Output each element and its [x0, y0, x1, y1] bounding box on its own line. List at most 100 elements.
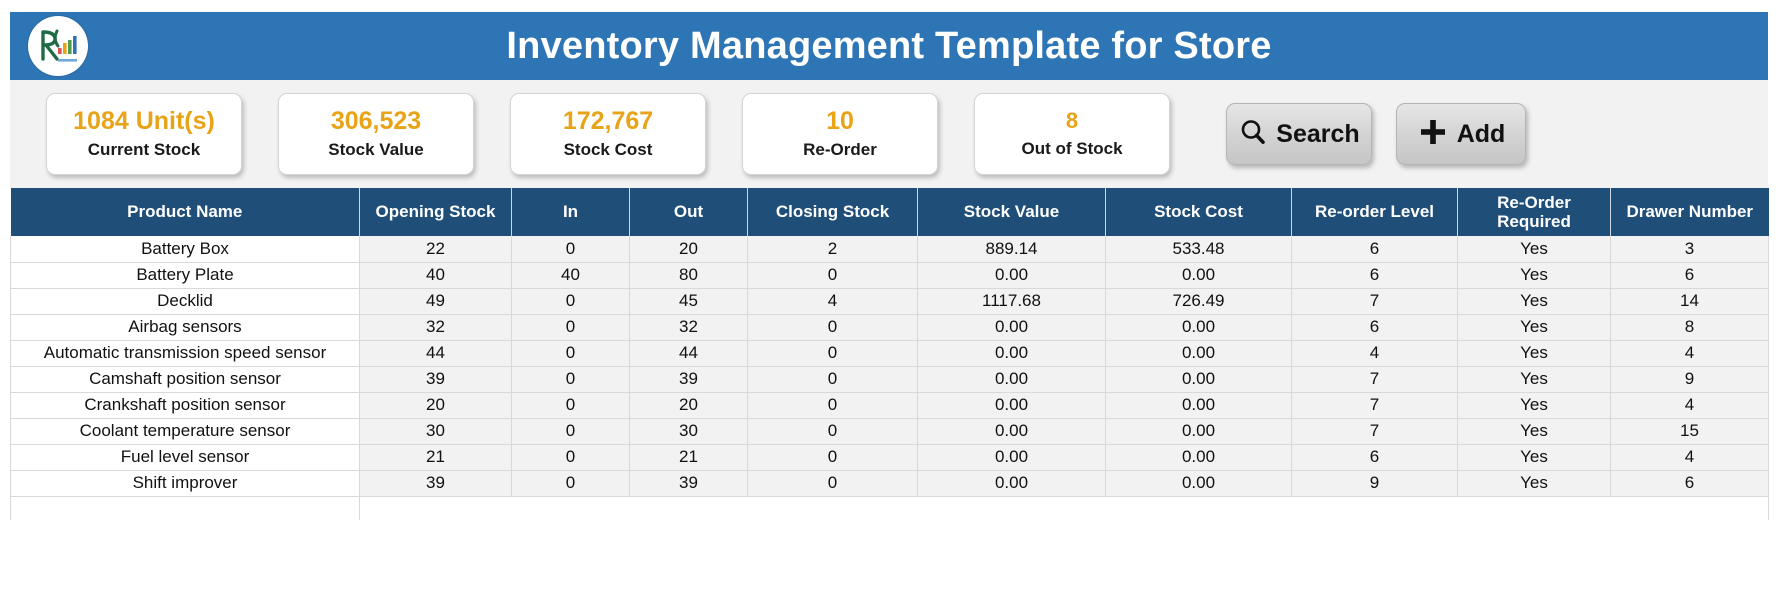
cell-re-order-required: Yes: [1457, 236, 1611, 263]
cell-re-order-required: Yes: [1457, 392, 1611, 419]
cell-re-order-level: 6: [1291, 444, 1458, 471]
column-header-product-name[interactable]: Product Name: [10, 188, 360, 236]
cell-out: 39: [629, 366, 748, 393]
company-logo-icon: [28, 16, 88, 76]
cell-out: 21: [629, 444, 748, 471]
cell-stock-cost: 533.48: [1105, 236, 1292, 263]
cell-closing-stock: 4: [747, 288, 918, 315]
cell-stock-value: 0.00: [917, 444, 1106, 471]
cell-out: 32: [629, 314, 748, 341]
table-row[interactable]: Decklid 49 0 45 4 1117.68 726.49 7 Yes 14: [10, 288, 1769, 315]
table-row[interactable]: Battery Plate 40 40 80 0 0.00 0.00 6 Yes 6: [10, 262, 1769, 289]
cell-opening-stock: 44: [359, 340, 512, 367]
empty-cell: [10, 496, 360, 520]
cell-opening-stock: 30: [359, 418, 512, 445]
column-header-closing-stock[interactable]: Closing Stock: [747, 188, 918, 236]
cell-drawer-number: 6: [1610, 262, 1769, 289]
table-row[interactable]: Coolant temperature sensor 30 0 30 0 0.00 0.00…: [10, 418, 1769, 445]
table-row[interactable]: Shift improver 39 0 39 0 0.00 0.00 9 Yes 6: [10, 470, 1769, 497]
column-header-stock-value[interactable]: Stock Value: [917, 188, 1106, 236]
search-button[interactable]: Search: [1226, 103, 1372, 165]
cell-opening-stock: 21: [359, 444, 512, 471]
column-header-out[interactable]: Out: [629, 188, 748, 236]
cell-stock-value: 0.00: [917, 392, 1106, 419]
cell-out: 20: [629, 236, 748, 263]
cell-in: 0: [511, 236, 630, 263]
table-row[interactable]: Crankshaft position sensor 20 0 20 0 0.00 0.00…: [10, 392, 1769, 419]
cell-in: 0: [511, 366, 630, 393]
cell-closing-stock: 0: [747, 470, 918, 497]
cell-opening-stock: 22: [359, 236, 512, 263]
cell-re-order-required: Yes: [1457, 366, 1611, 393]
cell-closing-stock: 0: [747, 366, 918, 393]
kpi-value-out-of-stock: 8: [1065, 108, 1079, 134]
cell-stock-value: 889.14: [917, 236, 1106, 263]
cell-drawer-number: 9: [1610, 366, 1769, 393]
cell-re-order-level: 7: [1291, 418, 1458, 445]
cell-stock-cost: 0.00: [1105, 314, 1292, 341]
table-row[interactable]: Automatic transmission speed sensor 44 0 44…: [10, 340, 1769, 367]
inventory-table: Product Name Opening Stock In Out Closin…: [10, 188, 1769, 520]
page-title: Inventory Management Template for Store: [506, 25, 1272, 67]
cell-drawer-number: 4: [1610, 392, 1769, 419]
kpi-label-out-of-stock: Out of Stock: [1021, 138, 1123, 158]
empty-cell: [1105, 496, 1292, 520]
table-row[interactable]: Airbag sensors 32 0 32 0 0.00 0.00 6 Yes 8: [10, 314, 1769, 341]
plus-icon: [1417, 116, 1449, 153]
cell-out: 30: [629, 418, 748, 445]
cell-re-order-level: 6: [1291, 314, 1458, 341]
empty-cell: [1291, 496, 1458, 520]
table-row[interactable]: Fuel level sensor 21 0 21 0 0.00 0.00 6 Yes 4: [10, 444, 1769, 471]
kpi-value-stock-cost: 172,767: [562, 106, 654, 135]
table-row[interactable]: Camshaft position sensor 39 0 39 0 0.00 0.00 7 Y…: [10, 366, 1769, 393]
add-button[interactable]: Add: [1396, 103, 1526, 165]
cell-out: 20: [629, 392, 748, 419]
cell-re-order-level: 9: [1291, 470, 1458, 497]
column-header-stock-cost[interactable]: Stock Cost: [1105, 188, 1292, 236]
cell-stock-value: 0.00: [917, 340, 1106, 367]
cell-in: 0: [511, 444, 630, 471]
kpi-label-stock-value: Stock Value: [328, 140, 424, 160]
cell-stock-cost: 0.00: [1105, 366, 1292, 393]
empty-cell: [1610, 496, 1769, 520]
empty-cell: [917, 496, 1106, 520]
cell-re-order-level: 6: [1291, 262, 1458, 289]
cell-opening-stock: 49: [359, 288, 512, 315]
inventory-table-container: Product Name Opening Stock In Out Closin…: [10, 188, 1769, 584]
summary-bar: 1084 Unit(s) Current Stock 306,523 Stock…: [10, 80, 1768, 188]
cell-drawer-number: 4: [1610, 444, 1769, 471]
cell-product-name: Battery Box: [10, 236, 360, 263]
cell-drawer-number: 8: [1610, 314, 1769, 341]
kpi-card-stock-cost: 172,767 Stock Cost: [510, 93, 706, 175]
table-row[interactable]: Battery Box 22 0 20 2 889.14 533.48 6 Yes 3: [10, 236, 1769, 263]
kpi-card-current-stock: 1084 Unit(s) Current Stock: [46, 93, 242, 175]
empty-cell: [511, 496, 630, 520]
column-header-drawer-number[interactable]: Drawer Number: [1610, 188, 1769, 236]
cell-drawer-number: 15: [1610, 418, 1769, 445]
inventory-app: Inventory Management Template for Store …: [0, 0, 1780, 594]
cell-stock-cost: 0.00: [1105, 418, 1292, 445]
cell-out: 80: [629, 262, 748, 289]
cell-closing-stock: 0: [747, 444, 918, 471]
cell-out: 44: [629, 340, 748, 367]
cell-opening-stock: 39: [359, 366, 512, 393]
column-header-opening-stock[interactable]: Opening Stock: [359, 188, 512, 236]
kpi-label-re-order: Re-Order: [803, 140, 877, 160]
column-header-re-order-level[interactable]: Re-order Level: [1291, 188, 1458, 236]
kpi-card-out-of-stock: 8 Out of Stock: [974, 93, 1170, 175]
cell-product-name: Crankshaft position sensor: [10, 392, 360, 419]
cell-in: 0: [511, 392, 630, 419]
cell-drawer-number: 3: [1610, 236, 1769, 263]
app-header: Inventory Management Template for Store: [10, 12, 1768, 80]
cell-re-order-required: Yes: [1457, 444, 1611, 471]
column-header-in[interactable]: In: [511, 188, 630, 236]
kpi-label-current-stock: Current Stock: [87, 140, 201, 160]
cell-drawer-number: 6: [1610, 470, 1769, 497]
cell-re-order-level: 7: [1291, 288, 1458, 315]
cell-re-order-level: 7: [1291, 392, 1458, 419]
cell-re-order-level: 4: [1291, 340, 1458, 367]
cell-product-name: Fuel level sensor: [10, 444, 360, 471]
column-header-re-order-required[interactable]: Re-Order Required: [1457, 188, 1611, 236]
add-button-label: Add: [1456, 119, 1506, 148]
kpi-card-stock-value: 306,523 Stock Value: [278, 93, 474, 175]
